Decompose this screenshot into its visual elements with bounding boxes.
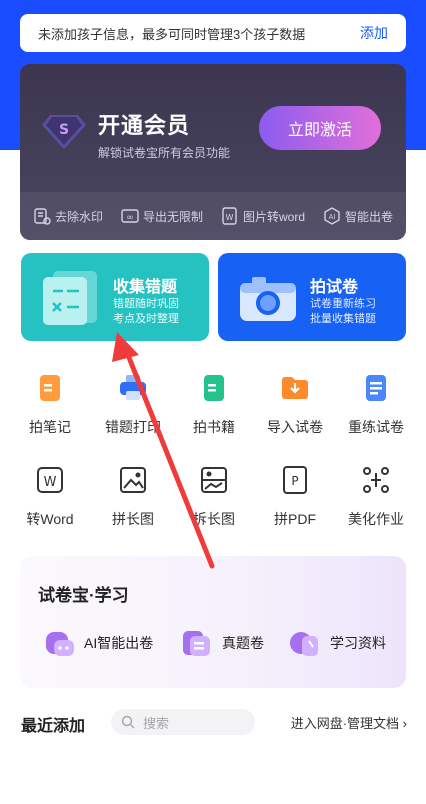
svg-text:AI: AI	[329, 213, 336, 221]
study-materials[interactable]: 学习资料	[288, 628, 386, 658]
tool-redo-paper[interactable]: 重练试卷	[336, 372, 416, 437]
study-section: 试卷宝·学习 AI智能出卷 真题卷 学习资料	[20, 556, 406, 688]
feature-label: 导出无限制	[142, 209, 203, 224]
tool-label: 拍笔记	[29, 419, 71, 435]
study-item-label: 学习资料	[330, 635, 386, 651]
sliders-icon	[363, 467, 389, 493]
printer-icon	[120, 375, 146, 400]
word-icon: W	[37, 467, 63, 493]
notice-text: 未添加孩子信息，最多可同时管理3个孩子数据	[38, 26, 306, 42]
svg-text:P: P	[291, 474, 298, 488]
recent-title: 最近添加	[21, 718, 86, 735]
tool-label: 拼长图	[112, 511, 154, 527]
study-materials-icon	[290, 632, 318, 656]
book-icon	[204, 375, 224, 401]
child-info-notice: 未添加孩子信息，最多可同时管理3个孩子数据 添加	[20, 14, 406, 52]
tool-book-photo[interactable]: 拍书籍	[174, 372, 254, 437]
tool-to-word[interactable]: W 转Word	[10, 464, 90, 529]
tool-label: 导入试卷	[267, 419, 323, 435]
feature-image-to-word[interactable]: W 图片转word	[221, 207, 305, 225]
study-real-exam[interactable]: 真题卷	[180, 628, 264, 658]
tool-label: 拼PDF	[274, 511, 316, 527]
redo-paper-icon	[366, 375, 386, 401]
tool-label: 美化作业	[348, 511, 404, 527]
card-desc-line: 批量收集错题	[310, 313, 376, 325]
card-title: 收集错题	[113, 279, 178, 296]
camera-icon	[240, 277, 296, 321]
tool-mistake-print[interactable]: 错题打印	[93, 372, 173, 437]
svg-text:W: W	[44, 475, 57, 490]
card-title: 拍试卷	[310, 279, 359, 296]
tool-label: 拍书籍	[193, 419, 235, 435]
vip-card[interactable]: S 开通会员 解锁试卷宝所有会员功能 立即激活 去除水印 ∞ 导出无限制 W 图…	[20, 64, 406, 240]
search-icon	[121, 715, 135, 729]
search-placeholder: 搜索	[143, 715, 170, 731]
card-desc: 错题随时巩固 考点及时整理	[113, 297, 179, 327]
feature-remove-watermark[interactable]: 去除水印	[33, 207, 103, 225]
notebook-icon	[40, 375, 60, 401]
tool-beautify-homework[interactable]: 美化作业	[336, 464, 416, 529]
tool-note-photo[interactable]: 拍笔记	[10, 372, 90, 437]
tool-import-paper[interactable]: 导入试卷	[255, 372, 335, 437]
activate-button[interactable]: 立即激活	[259, 106, 381, 150]
tool-label: 转Word	[26, 511, 74, 527]
open-cloud-drive-link[interactable]: 进入网盘·管理文档 ›	[291, 713, 407, 732]
vip-diamond-icon: S	[42, 115, 86, 149]
tool-label: 错题打印	[105, 419, 161, 435]
card-desc: 试卷重新练习 批量收集错题	[310, 297, 376, 327]
card-desc-line: 考点及时整理	[113, 313, 179, 325]
svg-text:S: S	[59, 122, 69, 138]
study-item-label: AI智能出卷	[84, 635, 154, 651]
watermark-icon	[34, 208, 51, 225]
feature-label: 智能出卷	[344, 209, 393, 224]
folder-import-icon	[282, 377, 308, 399]
vip-feature-bar: 去除水印 ∞ 导出无限制 W 图片转word AI 智能出卷	[20, 192, 406, 240]
pdf-icon: P	[283, 466, 307, 494]
infinity-icon: ∞	[121, 209, 139, 223]
tool-label: 重练试卷	[348, 419, 404, 435]
image-merge-icon	[120, 467, 146, 493]
exam-paper-icon	[183, 631, 210, 656]
recent-section: 最近添加 搜索 进入网盘·管理文档 ›	[21, 709, 407, 735]
ai-icon: AI	[324, 207, 340, 225]
study-item-label: 真题卷	[222, 635, 264, 651]
tool-split-long-image[interactable]: 拆长图	[174, 464, 254, 529]
feature-label: 图片转word	[242, 209, 305, 224]
word-doc-icon: W	[222, 207, 237, 225]
vip-title: 开通会员	[98, 113, 191, 138]
collect-mistakes-card[interactable]: 收集错题 错题随时巩固 考点及时整理	[21, 253, 209, 341]
card-desc-line: 试卷重新练习	[310, 298, 376, 310]
image-split-icon	[201, 467, 227, 493]
scan-paper-card[interactable]: 拍试卷 试卷重新练习 批量收集错题	[218, 253, 406, 341]
study-ai-paper[interactable]: AI智能出卷	[42, 628, 153, 658]
ai-robot-icon	[46, 632, 74, 656]
recent-search-input[interactable]: 搜索	[111, 709, 255, 735]
svg-text:∞: ∞	[126, 213, 134, 223]
svg-text:W: W	[226, 213, 234, 222]
add-child-link[interactable]: 添加	[360, 23, 388, 43]
mistake-sheet-icon	[43, 271, 97, 325]
feature-label: 去除水印	[54, 209, 103, 224]
tool-label: 拆长图	[193, 511, 235, 527]
feature-smart-paper[interactable]: AI 智能出卷	[323, 207, 393, 225]
study-title: 试卷宝·学习	[38, 586, 129, 605]
tool-merge-pdf[interactable]: P 拼PDF	[255, 464, 335, 529]
card-desc-line: 错题随时巩固	[113, 298, 179, 310]
vip-subtitle: 解锁试卷宝所有会员功能	[98, 146, 231, 160]
feature-unlimited-export[interactable]: ∞ 导出无限制	[121, 207, 203, 225]
tool-merge-long-image[interactable]: 拼长图	[93, 464, 173, 529]
